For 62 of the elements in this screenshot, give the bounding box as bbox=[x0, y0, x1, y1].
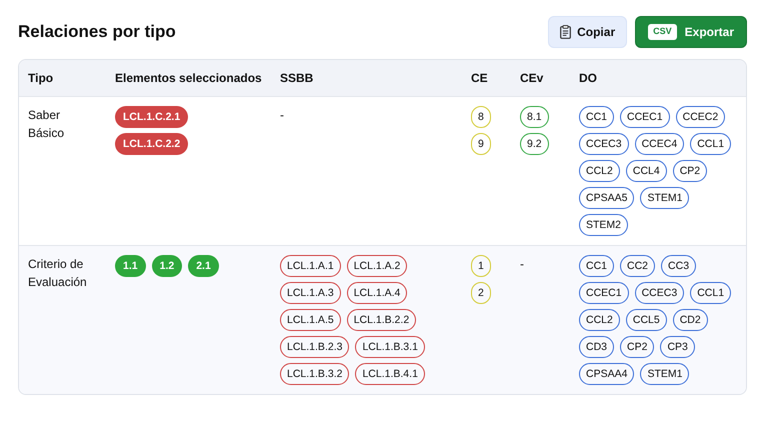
column-header: CE bbox=[462, 60, 511, 96]
tag: CCEC3 bbox=[579, 133, 629, 155]
tag: LCL.1.B.4.1 bbox=[355, 363, 425, 385]
tag: 1 bbox=[471, 255, 491, 277]
tag: 1.2 bbox=[152, 255, 182, 277]
tag: CC1 bbox=[579, 106, 614, 128]
tag: CCEC2 bbox=[676, 106, 726, 128]
tag: CCL5 bbox=[626, 309, 667, 331]
empty-value: - bbox=[520, 257, 524, 271]
column-header: DO bbox=[570, 60, 746, 96]
csv-badge: CSV bbox=[648, 24, 677, 40]
tag: CCEC1 bbox=[620, 106, 670, 128]
tag: CCL2 bbox=[579, 309, 620, 331]
tag: LCL.1.A.4 bbox=[346, 282, 408, 304]
column-header: Elementos seleccionados bbox=[106, 60, 271, 96]
tag: STEM2 bbox=[579, 214, 628, 236]
tag: LCL.1.C.2.2 bbox=[115, 133, 188, 155]
type-label: Criterio de Evaluación bbox=[28, 257, 87, 289]
tag: LCL.1.C.2.1 bbox=[115, 106, 188, 128]
tag: CC3 bbox=[661, 255, 696, 277]
column-header: CEv bbox=[511, 60, 570, 96]
copy-button[interactable]: Copiar bbox=[548, 16, 628, 48]
column-header: SSBB bbox=[271, 60, 462, 96]
tag: 9.2 bbox=[520, 133, 549, 155]
tag: STEM1 bbox=[640, 187, 690, 209]
tag: LCL.1.A.3 bbox=[280, 282, 341, 304]
tag: CCEC1 bbox=[579, 282, 629, 304]
tag: STEM1 bbox=[640, 363, 690, 385]
tag: LCL.1.B.3.1 bbox=[355, 336, 425, 358]
tag: CPSAA5 bbox=[579, 187, 634, 209]
tag: LCL.1.A.5 bbox=[280, 309, 341, 331]
tag: CPSAA4 bbox=[579, 363, 634, 385]
tag: CCL4 bbox=[626, 160, 667, 182]
type-label: Saber Básico bbox=[28, 108, 64, 140]
tag: CCL1 bbox=[690, 133, 732, 155]
export-button[interactable]: CSV Exportar bbox=[635, 16, 747, 48]
tag: 2 bbox=[471, 282, 491, 304]
tag: CP2 bbox=[672, 160, 708, 182]
tag: LCL.1.B.2.3 bbox=[280, 336, 350, 358]
tag: CCEC3 bbox=[634, 282, 684, 304]
tag: 9 bbox=[471, 133, 491, 155]
tag: CCEC4 bbox=[634, 133, 684, 155]
tag: 8 bbox=[471, 106, 491, 128]
tag: CC2 bbox=[620, 255, 656, 277]
empty-value: - bbox=[280, 108, 284, 122]
section-title: Relaciones por tipo bbox=[18, 22, 176, 42]
tag: LCL.1.B.2.2 bbox=[346, 309, 416, 331]
tag: CC1 bbox=[579, 255, 614, 277]
tag: LCL.1.A.1 bbox=[280, 255, 341, 277]
tag: CP3 bbox=[660, 336, 695, 358]
tag: 8.1 bbox=[520, 106, 549, 128]
tag: 1.1 bbox=[115, 255, 146, 277]
tag: CCL1 bbox=[690, 282, 732, 304]
clipboard-icon bbox=[560, 25, 572, 39]
tag: CD2 bbox=[672, 309, 708, 331]
tag: LCL.1.A.2 bbox=[346, 255, 408, 277]
tag: LCL.1.B.3.2 bbox=[280, 363, 350, 385]
tag: 2.1 bbox=[188, 255, 219, 277]
column-header: Tipo bbox=[19, 60, 106, 96]
tag: CP2 bbox=[620, 336, 654, 358]
tag: CD3 bbox=[579, 336, 614, 358]
tag: CCL2 bbox=[579, 160, 620, 182]
